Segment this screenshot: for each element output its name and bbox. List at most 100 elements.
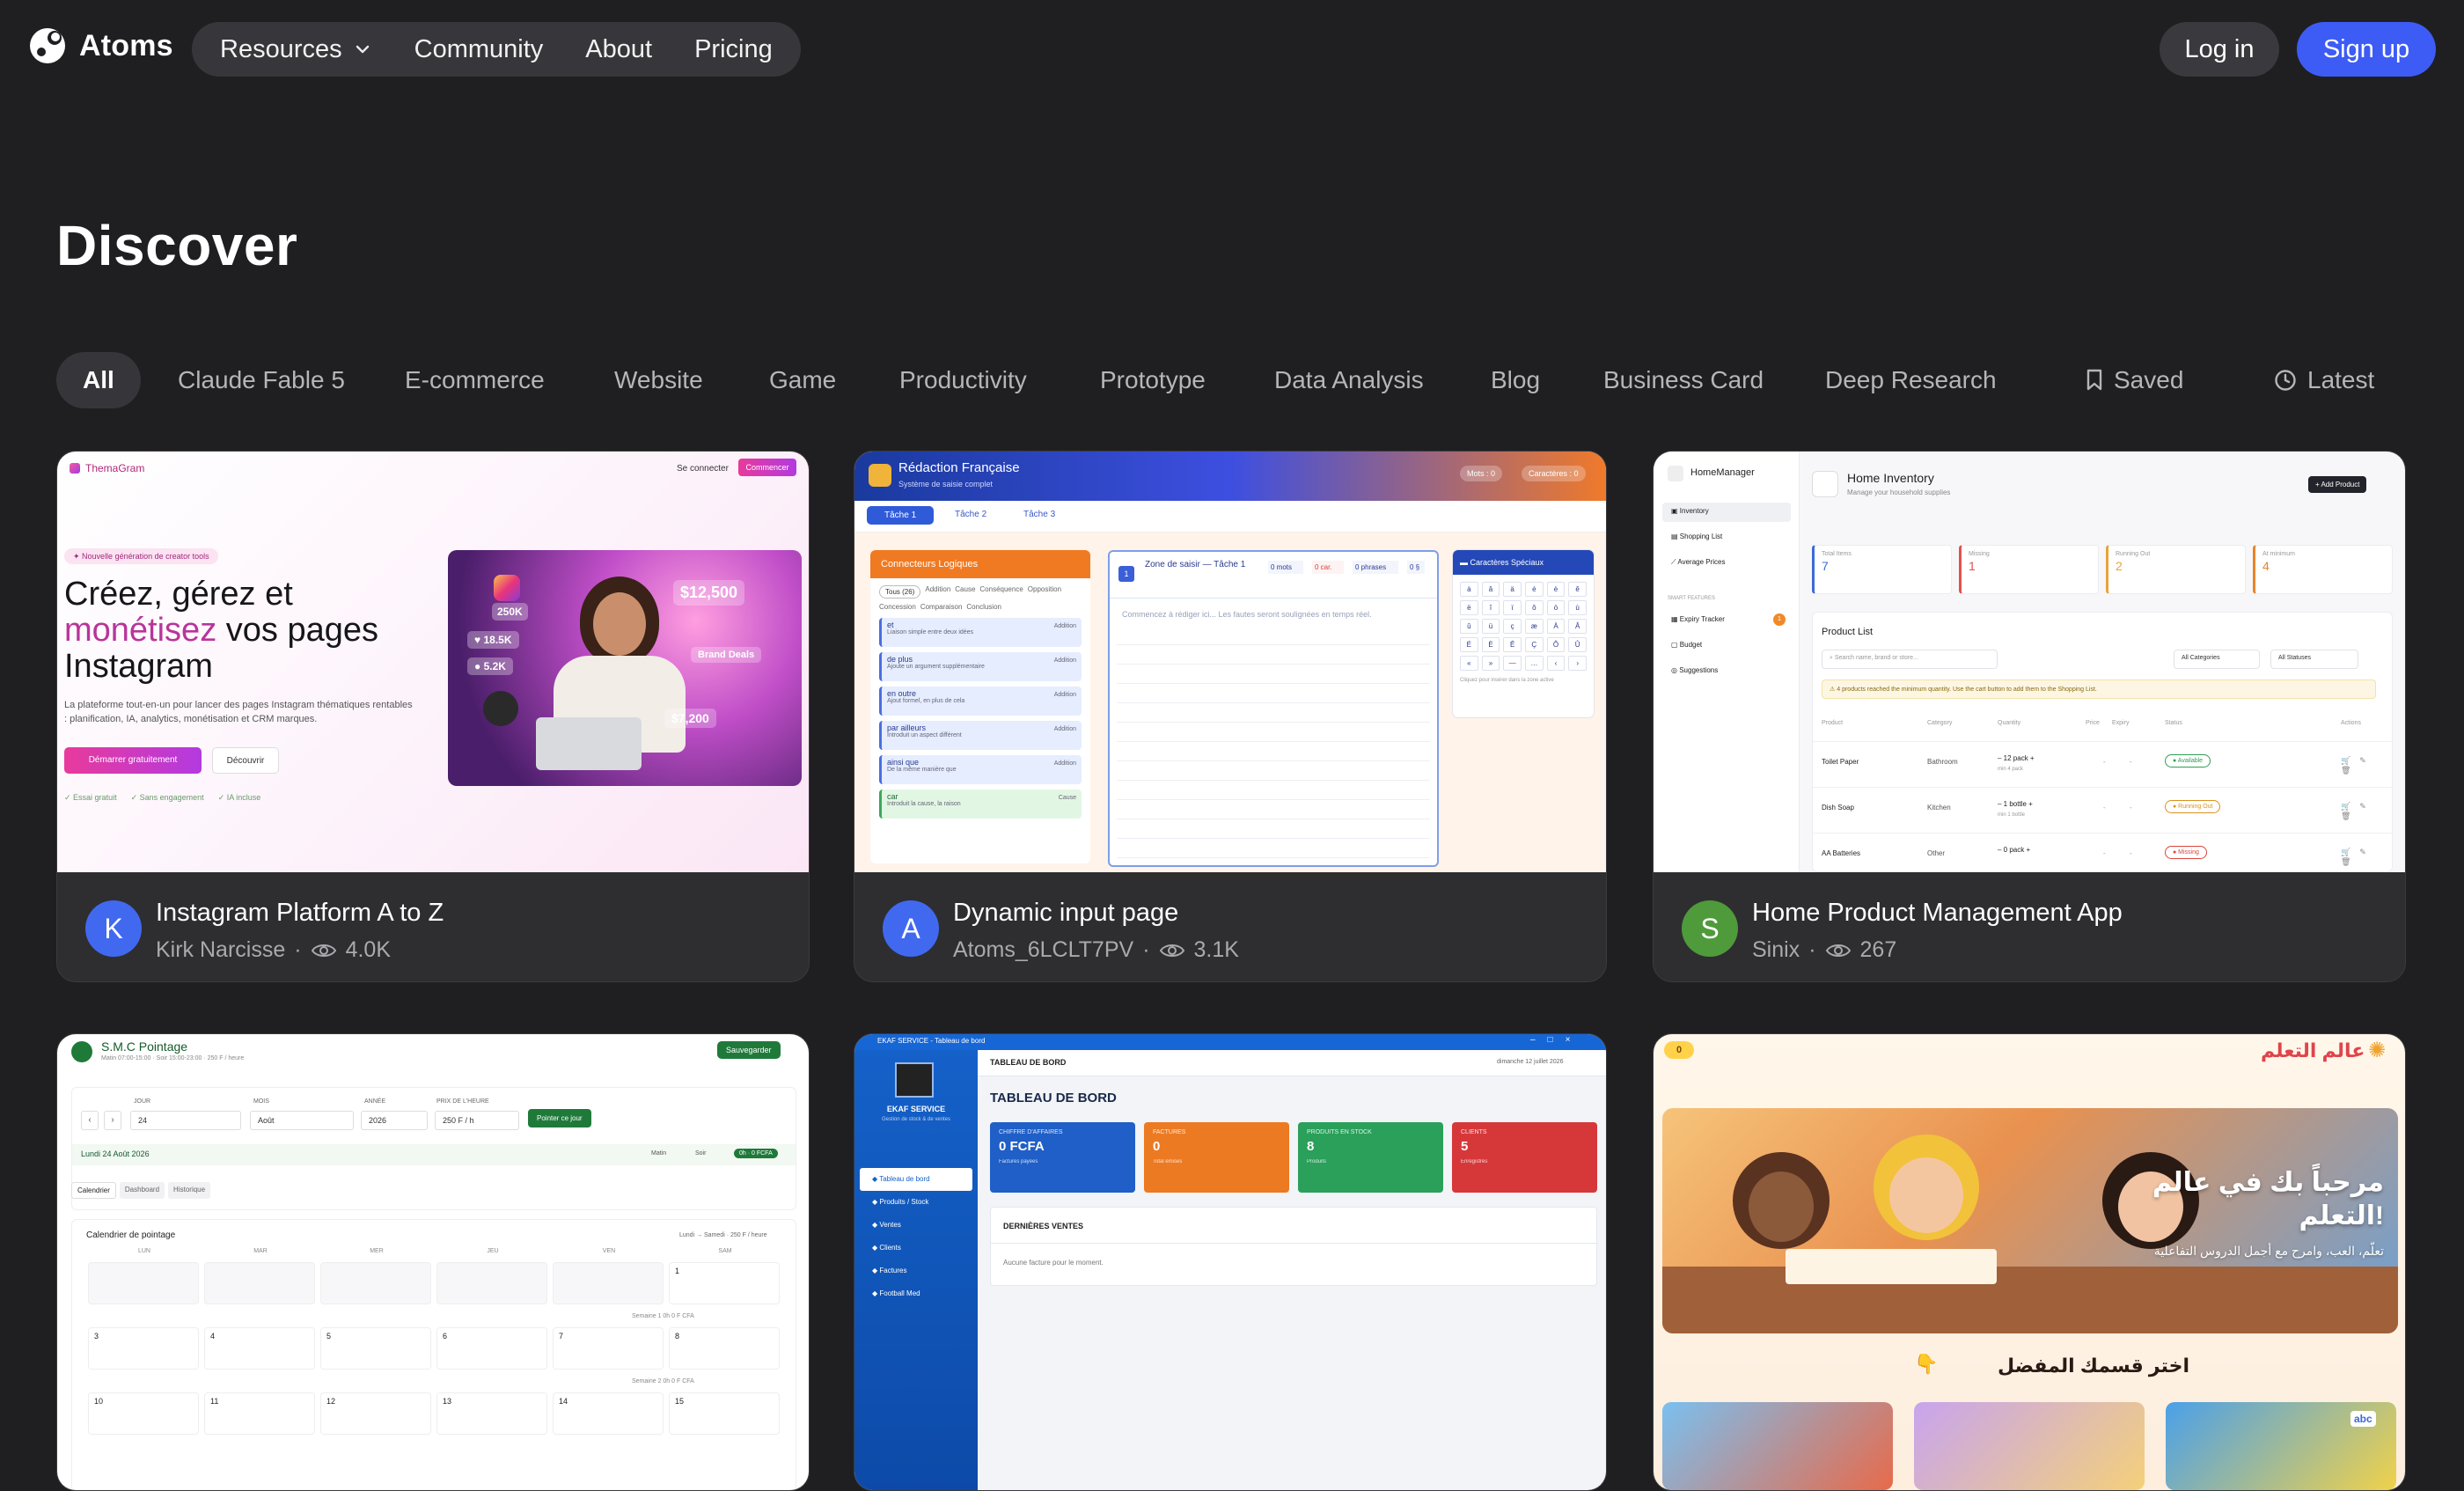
lw-section-title: اختر قسمك المفضل — [1997, 1355, 2189, 1377]
project-card-dynamic-input[interactable]: Rédaction Française Système de saisie co… — [854, 451, 1607, 982]
signup-button[interactable]: Sign up — [2297, 22, 2436, 77]
hm-brand: HomeManager — [1690, 467, 1755, 478]
card-preview[interactable]: 0 عالم التعلم ✺ مرحباً بك في عالم التعلم… — [1654, 1034, 2405, 1490]
connector-filter: Tous (26) — [879, 585, 921, 599]
nav-about[interactable]: About — [585, 35, 652, 64]
nav-community-label: Community — [414, 34, 544, 63]
filter-deep-research[interactable]: Deep Research — [1799, 352, 2023, 408]
filter-claude-fable-5[interactable]: Claude Fable 5 — [151, 352, 371, 408]
filter-productivity[interactable]: Productivity — [873, 352, 1053, 408]
author-avatar: K — [85, 900, 142, 957]
hm-stat-card: Missing 1 — [1959, 545, 2099, 594]
pt-day-header: LUN — [137, 1248, 150, 1254]
hm-product-category: Other — [1927, 849, 1946, 857]
pt-day-cell: 10 — [88, 1392, 199, 1435]
filter-saved[interactable]: Saved — [2059, 352, 2210, 408]
ek-stat-label: FACTURES — [1153, 1129, 1186, 1135]
filter-business-card[interactable]: Business Card — [1577, 352, 1790, 408]
pt-day-cell: 6 — [436, 1327, 547, 1370]
ek-stat-sub: Enregistrés — [1461, 1159, 1488, 1164]
ek-stat-value: 5 — [1461, 1139, 1469, 1154]
special-char-key: ô — [1524, 600, 1544, 615]
card-preview[interactable]: ThemaGram Se connecter Commencer ✦ Nouve… — [57, 452, 809, 872]
pt-day-number: 13 — [443, 1397, 452, 1406]
filter-blog[interactable]: Blog — [1464, 352, 1566, 408]
card-title[interactable]: Dynamic input page — [953, 899, 1178, 928]
ek-date: dimanche 12 juillet 2026 — [1497, 1059, 1564, 1065]
card-views: 4.0K — [345, 937, 392, 962]
special-char-key: ü — [1481, 619, 1500, 634]
project-card-home-manager[interactable]: HomeManager ▣ Inventory ▤ Shopping List … — [1653, 451, 2406, 982]
card-meta: Sinix · 267 — [1752, 937, 1896, 963]
nav-resources[interactable]: Resources — [220, 35, 372, 64]
project-card-instagram[interactable]: ThemaGram Se connecter Commencer ✦ Nouve… — [56, 451, 810, 982]
card-preview[interactable]: HomeManager ▣ Inventory ▤ Shopping List … — [1654, 452, 2405, 872]
pt-label: MOIS — [253, 1098, 269, 1105]
pt-day-number: 7 — [559, 1332, 564, 1340]
table-row: AA Batteries Other – 0 pack + - - ● Missing 🛒✎… — [1813, 833, 2394, 872]
project-card-pointage[interactable]: S.M.C Pointage Matin 07:00-15:00 · Soir … — [56, 1033, 810, 1491]
nav-pricing[interactable]: Pricing — [694, 35, 773, 64]
project-card-learning-world[interactable]: 0 عالم التعلم ✺ مرحباً بك في عالم التعلم… — [1653, 1033, 2406, 1491]
hm-column-header: Price — [2086, 720, 2100, 726]
stat-likes: ♥ 18.5K — [467, 631, 519, 649]
char-count-chip: Caractères : 0 — [1522, 466, 1586, 481]
ek-sidebar: EKAF SERVICE Gestion de stock & de vente… — [854, 1050, 978, 1490]
card-preview[interactable]: Rédaction Française Système de saisie co… — [854, 452, 1606, 872]
login-button[interactable]: Log in — [2160, 22, 2279, 77]
project-card-ekaf[interactable]: EKAF SERVICE - Tableau de bord –□× EKAF … — [854, 1033, 1607, 1491]
author-avatar: S — [1682, 900, 1738, 957]
ek-stat-card: CHIFFRE D'AFFAIRES 0 FCFA Factures payées — [990, 1122, 1135, 1193]
preview-tabs: Tâche 1 Tâche 2 Tâche 3 — [854, 501, 1606, 532]
filter-all[interactable]: All — [56, 352, 141, 408]
pt-week-summary: Semaine 1 0h 0 F CFA — [632, 1313, 694, 1319]
pt-calendar-sub: Lundi → Samedi · 250 F / heure — [679, 1232, 767, 1238]
book-shape — [1786, 1249, 1997, 1284]
pt-tab: Historique — [168, 1182, 211, 1199]
pt-day-number: 1 — [675, 1267, 680, 1275]
special-char-key: « — [1460, 656, 1478, 671]
card-preview[interactable]: S.M.C Pointage Matin 07:00-15:00 · Soir … — [57, 1034, 809, 1490]
pt-day-cell — [204, 1262, 315, 1304]
ek-topbar-title: TABLEAU DE BORD — [990, 1058, 1067, 1067]
filter-game[interactable]: Game — [743, 352, 862, 408]
card-title[interactable]: Home Product Management App — [1752, 899, 2123, 928]
filter-website[interactable]: Website — [588, 352, 730, 408]
connector-item: par ailleurs Introduit un aspect différen… — [879, 721, 1082, 750]
nav-resources-label: Resources — [220, 34, 342, 63]
lw-brand: عالم التعلم — [2261, 1039, 2365, 1061]
camera-shape — [483, 691, 518, 726]
nav-community[interactable]: Community — [414, 35, 544, 64]
special-char-key: é — [1524, 582, 1544, 597]
filter-latest[interactable]: Latest — [2248, 352, 2401, 408]
hm-product-expiry: - — [2130, 758, 2132, 766]
hm-row-actions-icon: 🛒✎🗑 — [2341, 848, 2375, 866]
card-author: Kirk Narcisse — [156, 937, 286, 962]
table-row: Toilet Paper Bathroom – 12 pack + min 4 pac… — [1813, 741, 2394, 787]
pt-day-select: 24 — [130, 1111, 241, 1130]
pt-day-number: 4 — [210, 1332, 216, 1340]
card-meta: Kirk Narcisse · 4.0K — [156, 937, 391, 963]
pt-label: ANNÉE — [364, 1098, 386, 1105]
pt-day-number: 8 — [675, 1332, 680, 1340]
brand-logo[interactable]: Atoms — [28, 26, 173, 65]
zone-stat: 0 mots — [1268, 561, 1303, 574]
pt-day-cell — [553, 1262, 664, 1304]
filter-e-commerce[interactable]: E-commerce — [378, 352, 571, 408]
zone-divider — [1110, 598, 1437, 599]
filter-latest-label: Latest — [2307, 366, 2375, 393]
special-char-key: Ê — [1503, 637, 1522, 652]
stat-money-2: $7,200 — [664, 709, 716, 728]
clock-icon — [2275, 369, 2296, 391]
hm-product-price: - — [2103, 804, 2106, 812]
hm-product-qty: – 0 pack + — [1998, 846, 2031, 854]
ek-stat-label: CHIFFRE D'AFFAIRES — [999, 1129, 1063, 1135]
filter-data-analysis[interactable]: Data Analysis — [1248, 352, 1450, 408]
sun-icon: ✺ — [2368, 1039, 2387, 1062]
card-views: 267 — [1859, 937, 1897, 962]
card-preview[interactable]: EKAF SERVICE - Tableau de bord –□× EKAF … — [854, 1034, 1606, 1490]
connector-item: en outre Ajout formel, en plus de cela Add… — [879, 687, 1082, 716]
hm-product-category: Kitchen — [1927, 804, 1951, 812]
filter-prototype[interactable]: Prototype — [1074, 352, 1232, 408]
card-title[interactable]: Instagram Platform A to Z — [156, 899, 444, 928]
